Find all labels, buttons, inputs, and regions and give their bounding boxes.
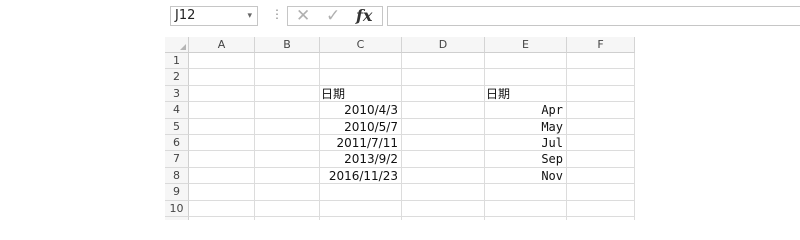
cell-a6[interactable] — [189, 135, 255, 152]
cell-d4[interactable] — [402, 102, 485, 119]
select-all-triangle-icon — [180, 44, 186, 50]
cell-f2[interactable] — [567, 69, 635, 86]
cell-f4[interactable] — [567, 102, 635, 119]
cell-e4[interactable]: Apr — [485, 102, 567, 119]
cell-d2[interactable] — [402, 69, 485, 86]
cell-b4[interactable] — [255, 102, 320, 119]
enter-check-icon[interactable]: ✓ — [326, 7, 340, 25]
cell-e9[interactable] — [485, 184, 567, 201]
row-header-3[interactable]: 3 — [165, 85, 189, 103]
cell-f6[interactable] — [567, 135, 635, 152]
cell-d9[interactable] — [402, 184, 485, 201]
cell-d10[interactable] — [402, 200, 485, 217]
cell-d1[interactable] — [402, 53, 485, 70]
cell-f10[interactable] — [567, 200, 635, 217]
row-header-7[interactable]: 7 — [165, 151, 189, 168]
cell-e8[interactable]: Nov — [485, 167, 567, 185]
cell-b1[interactable] — [255, 53, 320, 70]
chevron-down-icon[interactable]: ▾ — [247, 7, 252, 25]
cell-c10[interactable] — [320, 200, 402, 217]
cell-f7[interactable] — [567, 151, 635, 168]
formula-input[interactable] — [387, 6, 800, 26]
cell-e10[interactable] — [485, 200, 567, 217]
column-header-f[interactable]: F — [567, 37, 635, 53]
insert-function-icon[interactable]: fx — [356, 7, 372, 25]
cell-d6[interactable] — [402, 135, 485, 152]
cell-b6[interactable] — [255, 135, 320, 152]
cell-a11[interactable] — [189, 217, 255, 220]
cell-a2[interactable] — [189, 69, 255, 86]
cell-d8[interactable] — [402, 167, 485, 185]
row-header-5[interactable]: 5 — [165, 118, 189, 135]
cell-f8[interactable] — [567, 167, 635, 185]
row-header-1[interactable]: 1 — [165, 53, 189, 70]
cell-a8[interactable] — [189, 167, 255, 185]
cell-c3[interactable]: 日期 — [320, 85, 402, 103]
column-header-a[interactable]: A — [189, 37, 255, 53]
cell-a3[interactable] — [189, 85, 255, 103]
cell-c6[interactable]: 2011/7/11 — [320, 135, 402, 152]
cell-d5[interactable] — [402, 118, 485, 135]
row-header-11[interactable]: 11 — [165, 217, 189, 220]
cell-a9[interactable] — [189, 184, 255, 201]
column-header-b[interactable]: B — [255, 37, 320, 53]
row-header-8[interactable]: 8 — [165, 167, 189, 185]
cell-c7[interactable]: 2013/9/2 — [320, 151, 402, 168]
cell-a5[interactable] — [189, 118, 255, 135]
cell-b5[interactable] — [255, 118, 320, 135]
cell-f5[interactable] — [567, 118, 635, 135]
cell-c9[interactable] — [320, 184, 402, 201]
cell-a10[interactable] — [189, 200, 255, 217]
row-header-6[interactable]: 6 — [165, 135, 189, 152]
cell-d3[interactable] — [402, 85, 485, 103]
cell-f3[interactable] — [567, 85, 635, 103]
cell-c5[interactable]: 2010/5/7 — [320, 118, 402, 135]
row-header-2[interactable]: 2 — [165, 69, 189, 86]
cell-e3[interactable]: 日期 — [485, 85, 567, 103]
select-all-corner[interactable] — [165, 37, 189, 53]
spreadsheet-grid: A B C D E F 1 2 3 日期 日期 4 2010/4/3 Apr 5 2010/5/7 May 6 20… — [165, 37, 635, 220]
column-header-d[interactable]: D — [402, 37, 485, 53]
cell-a4[interactable] — [189, 102, 255, 119]
cell-d7[interactable] — [402, 151, 485, 168]
column-header-e[interactable]: E — [485, 37, 567, 53]
cell-c2[interactable] — [320, 69, 402, 86]
row-header-4[interactable]: 4 — [165, 102, 189, 119]
name-box[interactable]: J12 ▾ — [170, 6, 258, 26]
cell-b10[interactable] — [255, 200, 320, 217]
cell-b11[interactable] — [255, 217, 320, 220]
cell-a7[interactable] — [189, 151, 255, 168]
cell-c8[interactable]: 2016/11/23 — [320, 167, 402, 185]
cell-b8[interactable] — [255, 167, 320, 185]
formula-buttons: ✕ ✓ fx — [287, 6, 383, 26]
cell-f11[interactable] — [567, 217, 635, 220]
cell-b3[interactable] — [255, 85, 320, 103]
cell-b7[interactable] — [255, 151, 320, 168]
column-header-c[interactable]: C — [320, 37, 402, 53]
row-header-9[interactable]: 9 — [165, 184, 189, 201]
cell-c1[interactable] — [320, 53, 402, 70]
cell-f1[interactable] — [567, 53, 635, 70]
row-header-10[interactable]: 10 — [165, 200, 189, 217]
cell-e1[interactable] — [485, 53, 567, 70]
cell-b9[interactable] — [255, 184, 320, 201]
cell-e2[interactable] — [485, 69, 567, 86]
cancel-icon[interactable]: ✕ — [296, 7, 310, 25]
cell-c11[interactable] — [320, 217, 402, 220]
resize-handle-icon[interactable]: ⋮ — [271, 7, 283, 21]
cell-e11[interactable] — [485, 217, 567, 220]
formula-bar: J12 ▾ ⋮ ✕ ✓ fx — [0, 0, 800, 33]
cell-e5[interactable]: May — [485, 118, 567, 135]
cell-a1[interactable] — [189, 53, 255, 70]
cell-e7[interactable]: Sep — [485, 151, 567, 168]
cell-d11[interactable] — [402, 217, 485, 220]
cell-c4[interactable]: 2010/4/3 — [320, 102, 402, 119]
cell-e6[interactable]: Jul — [485, 135, 567, 152]
cell-f9[interactable] — [567, 184, 635, 201]
cell-b2[interactable] — [255, 69, 320, 86]
name-box-value: J12 — [175, 8, 196, 23]
